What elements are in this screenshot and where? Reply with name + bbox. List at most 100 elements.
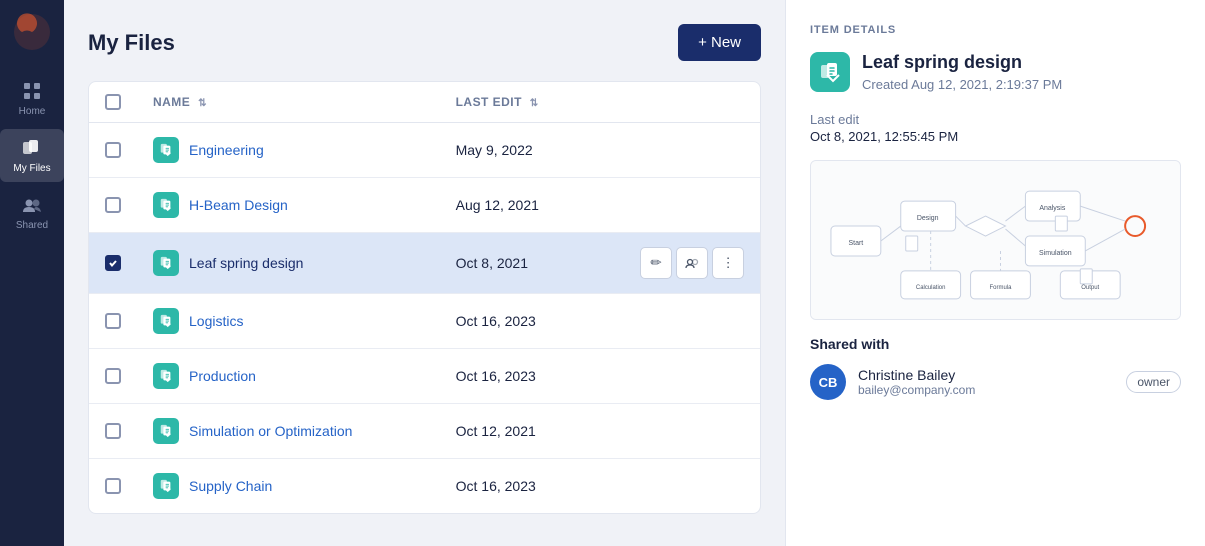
file-icon (153, 473, 179, 499)
row-checkbox-cell (89, 404, 137, 459)
table-row[interactable]: Leaf spring design Oct 8, 2021 ✏ ⋮ (89, 233, 760, 294)
file-table-container: NAME ⇅ LAST EDIT ⇅ (88, 81, 761, 514)
page-title: My Files (88, 30, 175, 56)
row-checkbox[interactable] (105, 197, 121, 213)
file-icon (153, 308, 179, 334)
row-checkbox-cell (89, 233, 137, 294)
sidebar-item-shared[interactable]: Shared (0, 186, 64, 239)
row-name-cell: Simulation or Optimization (137, 404, 440, 459)
row-actions (624, 123, 760, 178)
row-actions (624, 404, 760, 459)
row-edit-date: Oct 16, 2023 (440, 459, 624, 514)
sidebar-item-label: Shared (16, 220, 48, 231)
row-edit-date: Oct 16, 2023 (440, 294, 624, 349)
shared-user: CB Christine Bailey bailey@company.com o… (810, 364, 1181, 400)
app-logo (12, 12, 52, 52)
table-row[interactable]: Production Oct 16, 2023 (89, 349, 760, 404)
file-icon (153, 363, 179, 389)
file-name: Engineering (189, 142, 264, 158)
row-name-cell: Production (137, 349, 440, 404)
svg-text:Formula: Formula (990, 285, 1013, 291)
svg-text:Simulation: Simulation (1039, 250, 1072, 257)
row-edit-date: Oct 8, 2021 (440, 233, 624, 294)
item-created: Created Aug 12, 2021, 2:19:37 PM (862, 77, 1062, 92)
row-checkbox-cell (89, 294, 137, 349)
sidebar-item-label: My Files (13, 163, 50, 174)
row-name-cell: Engineering (137, 123, 440, 178)
table-row[interactable]: Logistics Oct 16, 2023 (89, 294, 760, 349)
owner-badge: owner (1126, 371, 1181, 393)
row-actions (624, 178, 760, 233)
details-panel: ITEM DETAILS Leaf spring design Created … (785, 0, 1205, 546)
sidebar: Home My Files Shared (0, 0, 64, 546)
svg-text:Calculation: Calculation (916, 285, 946, 291)
file-name: Logistics (189, 313, 243, 329)
row-checkbox-cell (89, 459, 137, 514)
row-checkbox[interactable] (105, 368, 121, 384)
row-edit-date: May 9, 2022 (440, 123, 624, 178)
item-details-label: ITEM DETAILS (810, 24, 1181, 36)
sidebar-item-home[interactable]: Home (0, 72, 64, 125)
row-checkbox[interactable] (105, 255, 121, 271)
row-checkbox[interactable] (105, 478, 121, 494)
file-icon (153, 192, 179, 218)
row-actions (624, 294, 760, 349)
main-content: My Files + New NAME ⇅ LAST EDIT ⇅ (64, 0, 785, 546)
row-actions (624, 349, 760, 404)
file-icon (153, 250, 179, 276)
edit-sort-icon: ⇅ (530, 98, 539, 109)
more-button[interactable]: ⋮ (712, 247, 744, 279)
row-name-cell: H-Beam Design (137, 178, 440, 233)
row-checkbox-cell (89, 178, 137, 233)
select-all-header (89, 82, 137, 123)
row-checkbox[interactable] (105, 142, 121, 158)
main-header: My Files + New (88, 24, 761, 61)
table-row[interactable]: H-Beam Design Aug 12, 2021 (89, 178, 760, 233)
table-row[interactable]: Supply Chain Oct 16, 2023 (89, 459, 760, 514)
file-name: Supply Chain (189, 478, 272, 494)
row-edit-date: Oct 16, 2023 (440, 349, 624, 404)
shared-with-label: Shared with (810, 336, 1181, 352)
last-edit-section: Last edit Oct 8, 2021, 12:55:45 PM (810, 112, 1181, 144)
row-actions (624, 459, 760, 514)
sidebar-item-label: Home (19, 106, 46, 117)
last-edit-value: Oct 8, 2021, 12:55:45 PM (810, 129, 1181, 144)
svg-text:Output: Output (1081, 285, 1099, 291)
shared-icon (21, 194, 43, 216)
select-all-checkbox[interactable] (105, 94, 121, 110)
file-name: Production (189, 368, 256, 384)
row-checkbox[interactable] (105, 313, 121, 329)
diagram-preview: Start Design Analysis Simulation Calcula… (810, 160, 1181, 320)
file-table: NAME ⇅ LAST EDIT ⇅ (89, 82, 760, 513)
row-actions: ✏ ⋮ (624, 233, 760, 294)
row-name-cell: Logistics (137, 294, 440, 349)
last-edit-column-header[interactable]: LAST EDIT ⇅ (440, 82, 624, 123)
user-name: Christine Bailey (858, 367, 1114, 383)
row-checkbox[interactable] (105, 423, 121, 439)
edit-button[interactable]: ✏ (640, 247, 672, 279)
home-icon (21, 80, 43, 102)
row-checkbox-cell (89, 123, 137, 178)
file-name: Simulation or Optimization (189, 423, 352, 439)
user-email: bailey@company.com (858, 383, 1114, 397)
file-name: H-Beam Design (189, 197, 288, 213)
table-row[interactable]: Simulation or Optimization Oct 12, 2021 (89, 404, 760, 459)
user-info: Christine Bailey bailey@company.com (858, 367, 1114, 397)
file-name: Leaf spring design (189, 255, 303, 271)
my-files-icon (21, 137, 43, 159)
user-avatar: CB (810, 364, 846, 400)
row-name-cell: Leaf spring design (137, 233, 440, 294)
item-title: Leaf spring design (862, 52, 1062, 74)
item-info: Leaf spring design Created Aug 12, 2021,… (862, 52, 1062, 92)
share-button[interactable] (676, 247, 708, 279)
svg-text:Design: Design (917, 215, 939, 222)
file-icon (153, 137, 179, 163)
svg-text:Analysis: Analysis (1039, 205, 1065, 212)
svg-text:Start: Start (849, 240, 864, 247)
sidebar-item-my-files[interactable]: My Files (0, 129, 64, 182)
actions-column-header (624, 82, 760, 123)
table-row[interactable]: Engineering May 9, 2022 (89, 123, 760, 178)
file-icon (153, 418, 179, 444)
new-button[interactable]: + New (678, 24, 761, 61)
name-column-header[interactable]: NAME ⇅ (137, 82, 440, 123)
